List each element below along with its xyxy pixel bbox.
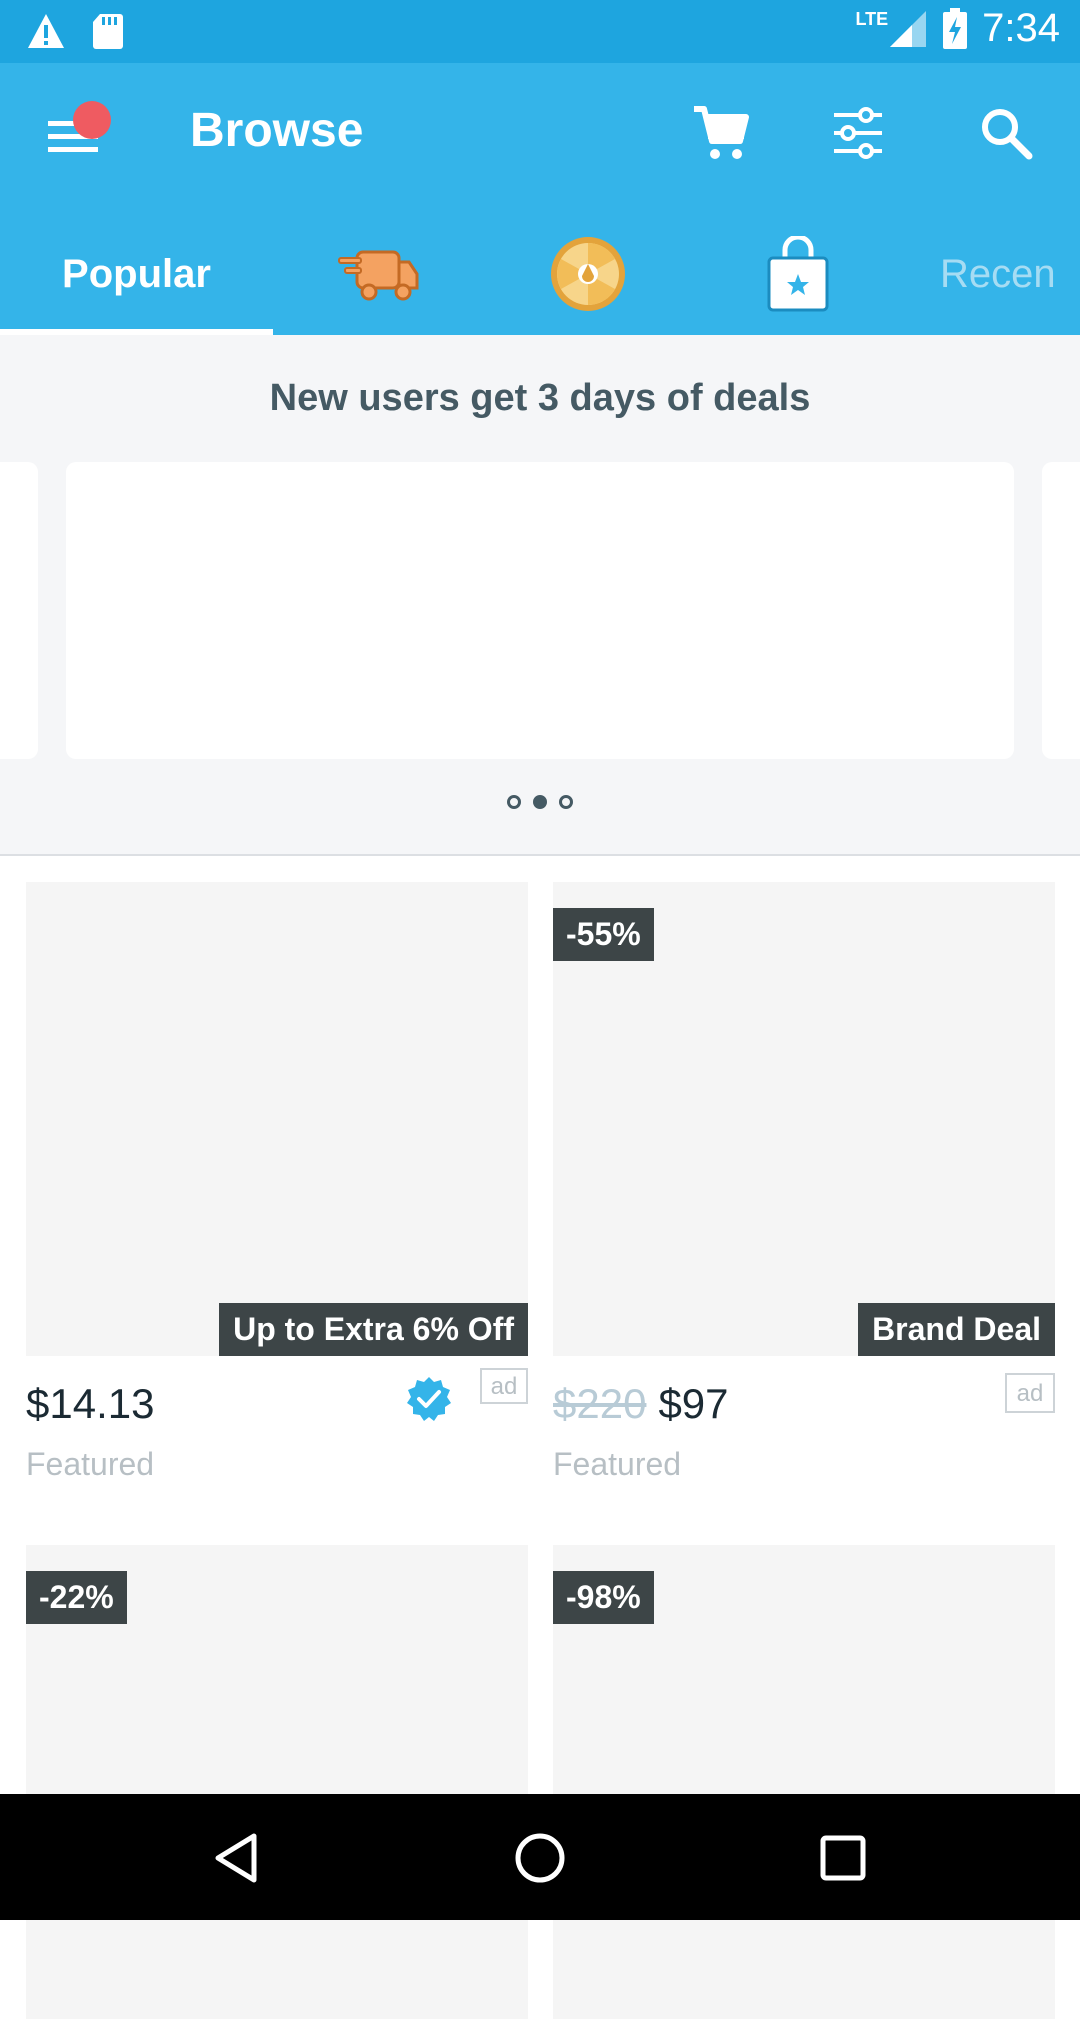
product-image[interactable]: -22% [26, 1545, 528, 2019]
ad-tag: ad [1005, 1373, 1055, 1413]
product-image[interactable]: -55% Brand Deal [553, 882, 1055, 1356]
signal-icon [890, 10, 927, 47]
product-card[interactable]: -98% [553, 1545, 1055, 2019]
shopping-bag-star-icon [767, 236, 829, 312]
filter-sliders-icon[interactable] [828, 103, 888, 163]
recent-apps-icon[interactable] [815, 1830, 871, 1886]
product-image[interactable]: -98% [553, 1545, 1055, 2019]
discount-badge: -22% [26, 1571, 127, 1624]
tab-label: Popular [62, 251, 211, 296]
warning-icon [28, 14, 64, 48]
product-card[interactable]: -55% Brand Deal $220 $97 ad Featured [553, 882, 1055, 1483]
page-title: Browse [190, 104, 364, 157]
carousel-indicator [0, 795, 1080, 809]
product-price: $14.13 [26, 1380, 155, 1427]
original-price: $220 [553, 1380, 647, 1427]
carousel-card[interactable] [66, 462, 1014, 759]
system-nav-bar [0, 1794, 1080, 1920]
product-image[interactable]: Up to Extra 6% Off [26, 882, 528, 1356]
deal-badge: Up to Extra 6% Off [219, 1303, 528, 1356]
product-price: $97 [658, 1380, 729, 1427]
tab-store[interactable] [693, 213, 903, 335]
ad-tag: ad [480, 1368, 528, 1404]
featured-label: Featured [553, 1446, 682, 1482]
product-card[interactable]: Up to Extra 6% Off $14.13 ad Featured [26, 882, 528, 1483]
tab-label: Recen [940, 251, 1056, 296]
tab-popular[interactable]: Popular [0, 213, 273, 335]
back-icon[interactable] [210, 1830, 266, 1886]
tab-wheel[interactable] [483, 213, 693, 335]
lte-label: LTE [855, 9, 889, 29]
featured-label: Featured [26, 1446, 155, 1482]
carousel-dot-active[interactable] [533, 795, 547, 809]
deal-badge: Brand Deal [858, 1303, 1055, 1356]
battery-charging-icon [943, 7, 968, 49]
notification-dot [73, 101, 111, 139]
carousel-card-prev[interactable] [0, 462, 38, 759]
promo-banner: New users get 3 days of deals [0, 335, 1080, 856]
wheel-icon [551, 237, 625, 311]
delivery-truck-icon [338, 250, 419, 301]
promo-text: New users get 3 days of deals [269, 377, 811, 419]
product-card[interactable]: -22% [26, 1545, 528, 2019]
status-bar: LTE 7:34 [0, 0, 1080, 63]
home-icon[interactable] [512, 1830, 568, 1886]
sd-card-icon [93, 14, 123, 49]
carousel-card-next[interactable] [1042, 462, 1080, 759]
verified-badge-icon [407, 1377, 451, 1421]
category-tabs: Popular Recen [0, 213, 1080, 335]
carousel-dot[interactable] [559, 795, 573, 809]
tab-recent[interactable]: Recen [940, 213, 1080, 335]
discount-badge: -98% [553, 1571, 654, 1624]
tab-delivery[interactable] [273, 213, 483, 335]
cart-icon[interactable] [690, 103, 750, 163]
discount-badge: -55% [553, 908, 654, 961]
search-icon[interactable] [976, 103, 1036, 163]
app-bar: Browse [0, 63, 1080, 213]
status-time: 7:34 [982, 6, 1060, 50]
carousel-dot[interactable] [507, 795, 521, 809]
